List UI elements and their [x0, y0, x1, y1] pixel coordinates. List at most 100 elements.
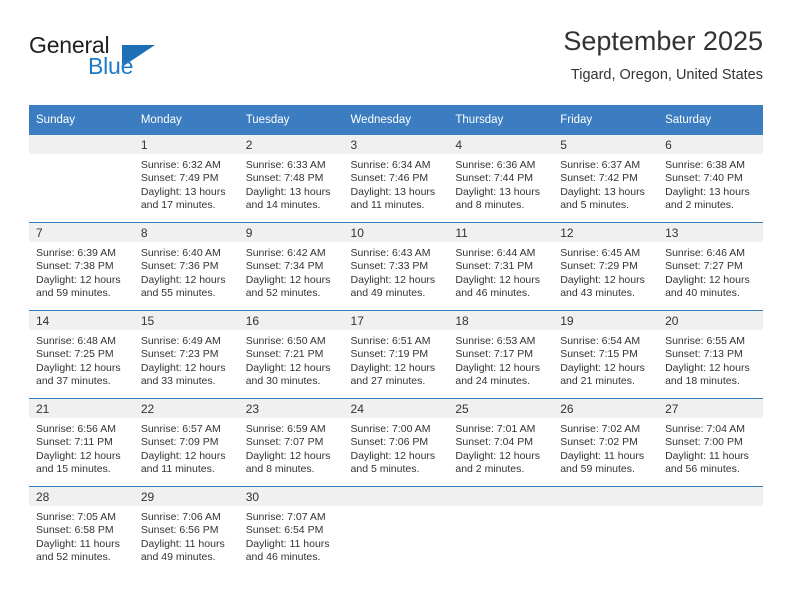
day-number: 18 [448, 311, 554, 330]
calendar-day-cell[interactable]: 28 Sunrise: 7:05 AM Sunset: 6:58 PM Dayligh… [29, 486, 134, 577]
day-detail-line: Sunrise: 6:40 AM [140, 247, 221, 259]
calendar-day-cell[interactable]: 4 Sunrise: 6:36 AM Sunset: 7:44 PM Daylight… [448, 134, 554, 223]
day-details: Sunrise: 6:36 AM Sunset: 7:44 PM Daylight:… [448, 154, 553, 212]
day-number: 7 [29, 223, 134, 242]
day-detail-line: Sunset: 7:25 PM [36, 348, 114, 361]
general-blue-logo[interactable]: General Blue [29, 32, 209, 84]
calendar-day-cell[interactable]: 20 Sunrise: 6:55 AM Sunset: 7:13 PM Dayligh… [658, 310, 763, 399]
day-number: 1 [133, 135, 239, 154]
day-detail-line: and 11 minutes. [350, 198, 425, 211]
day-detail-line: Sunset: 6:54 PM [245, 524, 324, 537]
day-cell-inner: 13 Sunrise: 6:46 AM Sunset: 7:27 PM Dayligh… [658, 223, 763, 310]
weekday-header-wednesday: Wednesday [343, 105, 449, 135]
day-cell-inner: 14 Sunrise: 6:48 AM Sunset: 7:25 PM Dayligh… [29, 311, 134, 398]
calendar-day-cell[interactable]: 8 Sunrise: 6:40 AM Sunset: 7:36 PM Daylight… [133, 222, 239, 311]
day-number: 12 [553, 223, 659, 242]
calendar-day-cell[interactable]: 29 Sunrise: 7:06 AM Sunset: 6:56 PM Dayligh… [133, 486, 239, 577]
calendar-day-cell[interactable]: 6 Sunrise: 6:38 AM Sunset: 7:40 PM Daylight… [658, 134, 763, 223]
day-detail-line: Sunset: 7:44 PM [455, 172, 534, 185]
calendar-week-row: 1 Sunrise: 6:32 AM Sunset: 7:49 PM Daylight… [29, 134, 763, 223]
day-number: 17 [343, 311, 449, 330]
day-detail-line: Daylight: 12 hours [36, 449, 121, 462]
day-detail-line: Sunset: 7:11 PM [36, 436, 113, 449]
title-block: September 2025 Tigard, Oregon, United St… [563, 24, 763, 86]
calendar-day-cell-empty [29, 134, 134, 223]
day-cell-inner: 18 Sunrise: 6:53 AM Sunset: 7:17 PM Dayligh… [448, 311, 554, 398]
calendar-day-cell[interactable]: 24 Sunrise: 7:00 AM Sunset: 7:06 PM Dayligh… [343, 398, 449, 487]
calendar-day-cell[interactable]: 17 Sunrise: 6:51 AM Sunset: 7:19 PM Dayligh… [343, 310, 449, 399]
calendar-day-cell[interactable]: 9 Sunrise: 6:42 AM Sunset: 7:34 PM Daylight… [238, 222, 344, 311]
day-detail-line: and 5 minutes. [560, 198, 630, 211]
page-title: September 2025 [563, 26, 763, 56]
day-detail-line: Sunset: 7:46 PM [350, 172, 429, 185]
calendar-day-cell[interactable]: 12 Sunrise: 6:45 AM Sunset: 7:29 PM Dayligh… [553, 222, 659, 311]
calendar-day-cell[interactable]: 18 Sunrise: 6:53 AM Sunset: 7:17 PM Dayligh… [448, 310, 554, 399]
calendar-day-cell[interactable]: 14 Sunrise: 6:48 AM Sunset: 7:25 PM Dayligh… [29, 310, 134, 399]
calendar-day-cell[interactable]: 7 Sunrise: 6:39 AM Sunset: 7:38 PM Daylight… [29, 222, 134, 311]
day-detail-line: and 18 minutes. [665, 374, 740, 387]
day-detail-line: Sunrise: 6:48 AM [36, 335, 116, 347]
calendar-table: Sunday Monday Tuesday Wednesday Thursday Frid… [29, 105, 763, 577]
calendar-day-cell[interactable]: 3 Sunrise: 6:34 AM Sunset: 7:46 PM Daylight… [343, 134, 449, 223]
day-detail-line: Daylight: 11 hours [36, 537, 120, 550]
day-detail-line: and 2 minutes. [665, 198, 734, 211]
day-number: 13 [658, 223, 763, 242]
calendar-day-cell[interactable]: 26 Sunrise: 7:02 AM Sunset: 7:02 PM Dayligh… [553, 398, 659, 487]
day-number: 10 [343, 223, 449, 242]
day-detail-line: Sunset: 7:17 PM [455, 348, 534, 361]
day-number: 8 [133, 223, 239, 242]
day-details: Sunrise: 6:55 AM Sunset: 7:13 PM Daylight:… [658, 330, 763, 388]
calendar-day-cell[interactable]: 23 Sunrise: 6:59 AM Sunset: 7:07 PM Dayligh… [238, 398, 344, 487]
day-cell-inner: 28 Sunrise: 7:05 AM Sunset: 6:58 PM Dayligh… [29, 487, 134, 577]
day-cell-inner: 15 Sunrise: 6:49 AM Sunset: 7:23 PM Dayligh… [133, 311, 239, 398]
calendar-week-row: 14 Sunrise: 6:48 AM Sunset: 7:25 PM Dayligh… [29, 310, 763, 399]
day-detail-line: Daylight: 13 hours [140, 185, 226, 198]
day-details: Sunrise: 6:37 AM Sunset: 7:42 PM Daylight:… [553, 154, 658, 212]
calendar-day-cell[interactable]: 25 Sunrise: 7:01 AM Sunset: 7:04 PM Dayligh… [448, 398, 554, 487]
calendar-day-cell[interactable]: 16 Sunrise: 6:50 AM Sunset: 7:21 PM Dayligh… [238, 310, 344, 399]
calendar-day-cell[interactable]: 19 Sunrise: 6:54 AM Sunset: 7:15 PM Dayligh… [553, 310, 659, 399]
day-detail-line: Sunrise: 6:39 AM [36, 247, 116, 259]
calendar-day-cell[interactable]: 5 Sunrise: 6:37 AM Sunset: 7:42 PM Daylight… [553, 134, 659, 223]
day-detail-line: and 46 minutes. [455, 286, 531, 299]
day-number: 28 [29, 487, 134, 506]
day-details: Sunrise: 6:32 AM Sunset: 7:49 PM Daylight:… [134, 154, 239, 212]
calendar-day-cell[interactable]: 13 Sunrise: 6:46 AM Sunset: 7:27 PM Dayligh… [658, 222, 763, 311]
day-detail-line: and 33 minutes. [140, 374, 216, 387]
day-detail-line: Daylight: 13 hours [350, 185, 436, 198]
day-details: Sunrise: 6:53 AM Sunset: 7:17 PM Daylight:… [448, 330, 553, 388]
day-number: 5 [553, 135, 659, 154]
day-cell-inner [553, 487, 659, 577]
calendar-day-cell[interactable]: 21 Sunrise: 6:56 AM Sunset: 7:11 PM Dayligh… [29, 398, 134, 487]
day-details: Sunrise: 6:43 AM Sunset: 7:33 PM Daylight:… [344, 242, 449, 300]
day-detail-line: Sunrise: 7:04 AM [665, 423, 746, 435]
day-detail-line: Sunrise: 6:49 AM [140, 335, 221, 347]
day-details: Sunrise: 6:44 AM Sunset: 7:31 PM Daylight:… [448, 242, 553, 300]
calendar-day-cell[interactable]: 22 Sunrise: 6:57 AM Sunset: 7:09 PM Dayligh… [133, 398, 239, 487]
calendar-day-cell[interactable]: 11 Sunrise: 6:44 AM Sunset: 7:31 PM Dayligh… [448, 222, 554, 311]
day-detail-line: Sunrise: 6:32 AM [140, 159, 221, 171]
day-cell-inner: 4 Sunrise: 6:36 AM Sunset: 7:44 PM Daylight… [448, 135, 554, 222]
calendar-day-cell[interactable]: 27 Sunrise: 7:04 AM Sunset: 7:00 PM Dayligh… [658, 398, 763, 487]
calendar-day-cell[interactable]: 30 Sunrise: 7:07 AM Sunset: 6:54 PM Dayligh… [238, 486, 344, 577]
day-detail-line: Sunset: 7:06 PM [350, 436, 429, 449]
day-detail-line: Daylight: 12 hours [350, 273, 436, 286]
day-cell-inner: 2 Sunrise: 6:33 AM Sunset: 7:48 PM Daylight… [238, 135, 344, 222]
weekday-header-monday: Monday [133, 105, 239, 135]
day-detail-line: Sunrise: 6:44 AM [455, 247, 536, 259]
day-detail-line: Daylight: 12 hours [36, 361, 121, 374]
day-number: 27 [658, 399, 763, 418]
day-details: Sunrise: 6:48 AM Sunset: 7:25 PM Daylight:… [29, 330, 134, 388]
calendar-day-cell[interactable]: 10 Sunrise: 6:43 AM Sunset: 7:33 PM Dayligh… [343, 222, 449, 311]
calendar-day-cell[interactable]: 1 Sunrise: 6:32 AM Sunset: 7:49 PM Daylight… [133, 134, 239, 223]
day-detail-line: Sunset: 7:38 PM [36, 260, 114, 273]
calendar-body: 1 Sunrise: 6:32 AM Sunset: 7:49 PM Daylight… [29, 134, 763, 577]
day-detail-line: Sunrise: 6:55 AM [665, 335, 746, 347]
calendar-day-cell[interactable]: 2 Sunrise: 6:33 AM Sunset: 7:48 PM Daylight… [238, 134, 344, 223]
day-detail-line: Sunset: 7:40 PM [665, 172, 743, 185]
day-number: 19 [553, 311, 659, 330]
calendar-day-cell[interactable]: 15 Sunrise: 6:49 AM Sunset: 7:23 PM Dayligh… [133, 310, 239, 399]
day-details: Sunrise: 7:05 AM Sunset: 6:58 PM Daylight:… [29, 506, 134, 564]
day-number: 29 [133, 487, 239, 506]
day-cell-inner: 7 Sunrise: 6:39 AM Sunset: 7:38 PM Daylight… [29, 223, 134, 310]
